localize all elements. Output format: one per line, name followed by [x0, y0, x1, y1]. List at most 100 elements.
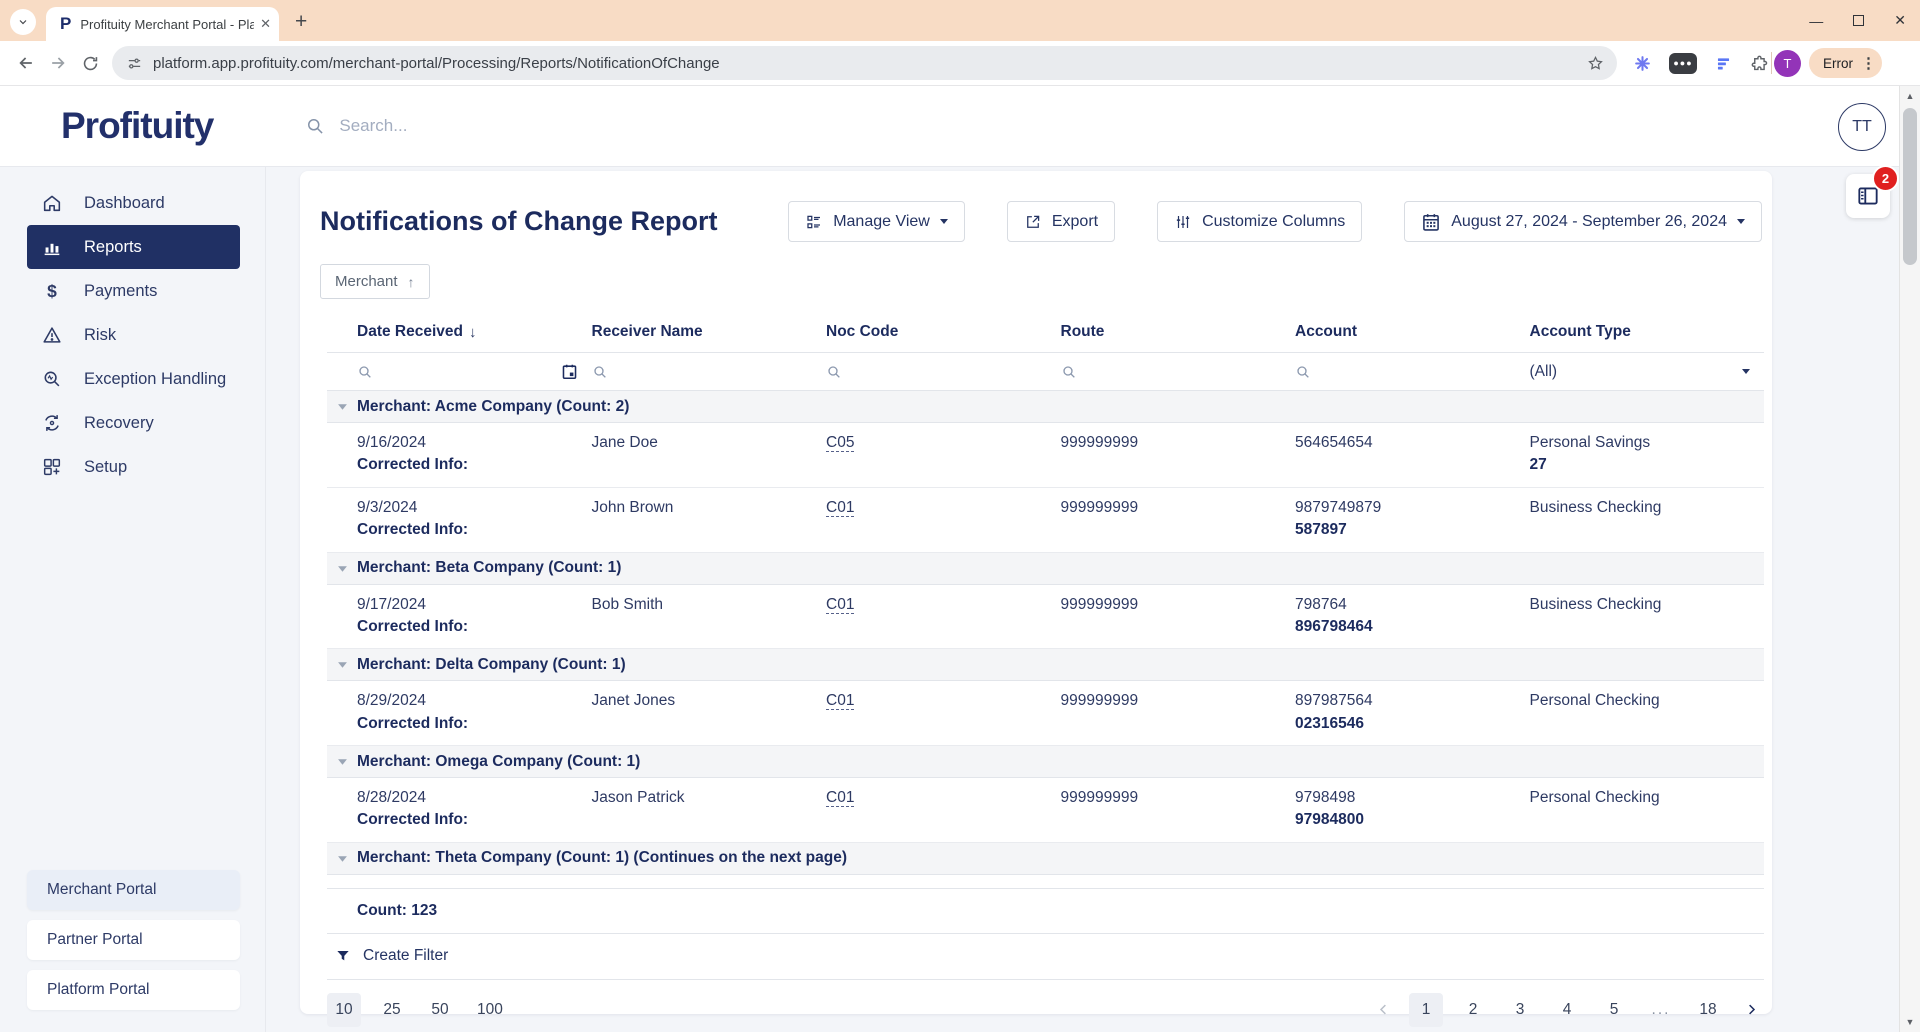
- receiver-name-filter-input[interactable]: [616, 362, 748, 381]
- page-scrollbar[interactable]: ▲ ▼: [1899, 86, 1920, 1032]
- collapse-toggle[interactable]: [327, 401, 357, 412]
- app-header: Profituity TT: [0, 86, 1920, 167]
- create-filter-button[interactable]: Create Filter: [327, 934, 1764, 980]
- sidebar-item-dashboard[interactable]: Dashboard: [27, 181, 240, 225]
- page-1[interactable]: 1: [1409, 993, 1443, 1027]
- site-info-icon[interactable]: [126, 55, 143, 72]
- date-received-filter[interactable]: [357, 362, 592, 381]
- date-range-label: August 27, 2024 - September 26, 2024: [1451, 213, 1727, 231]
- page-4[interactable]: 4: [1550, 993, 1584, 1027]
- portal-link-merchant-portal[interactable]: Merchant Portal: [27, 870, 240, 910]
- notifications-panel-button[interactable]: 2: [1846, 174, 1890, 218]
- receiver-name-cell: Jane Doe: [592, 433, 827, 475]
- previous-page-icon[interactable]: [1370, 993, 1396, 1027]
- account-type-filter-dropdown[interactable]: (All): [1530, 363, 1765, 381]
- tab-close-icon[interactable]: ✕: [260, 16, 271, 32]
- sidebar-item-label: Setup: [84, 458, 127, 477]
- next-page-icon[interactable]: [1738, 993, 1764, 1027]
- export-button[interactable]: Export: [1007, 201, 1115, 242]
- bars-extension-icon[interactable]: [1714, 54, 1733, 73]
- noc-code-link[interactable]: C01: [826, 499, 854, 517]
- back-button[interactable]: [10, 47, 42, 79]
- page-size-100[interactable]: 100: [471, 993, 509, 1027]
- tab-search-button[interactable]: [10, 9, 36, 35]
- window-close-button[interactable]: ✕: [1894, 12, 1906, 29]
- sidebar-item-exception-handling[interactable]: Exception Handling: [27, 357, 240, 401]
- portal-link-platform-portal[interactable]: Platform Portal: [27, 970, 240, 1010]
- user-avatar[interactable]: TT: [1838, 103, 1886, 151]
- url-bar[interactable]: platform.app.profituity.com/merchant-por…: [112, 46, 1617, 80]
- account-type-value: Personal Checking: [1530, 691, 1753, 710]
- profile-error-button[interactable]: Error ⋮: [1809, 48, 1882, 78]
- customize-columns-button[interactable]: Customize Columns: [1157, 201, 1362, 242]
- date-received-filter-input[interactable]: [381, 362, 513, 381]
- recovery-icon: [40, 412, 64, 434]
- sidebar-item-reports[interactable]: Reports: [27, 225, 240, 269]
- column-header-account-type[interactable]: Account Type: [1530, 323, 1765, 341]
- page-2[interactable]: 2: [1456, 993, 1490, 1027]
- column-header-noc-code[interactable]: Noc Code: [826, 323, 1061, 341]
- date-range-button[interactable]: August 27, 2024 - September 26, 2024: [1404, 201, 1762, 242]
- page-size-25[interactable]: 25: [375, 993, 409, 1027]
- noc-code-filter-input[interactable]: [850, 362, 982, 381]
- forward-button[interactable]: [42, 47, 74, 79]
- window-maximize-button[interactable]: [1853, 15, 1864, 26]
- warning-icon: [40, 324, 64, 346]
- receiver-name-value: Janet Jones: [592, 691, 815, 710]
- search-input[interactable]: [337, 115, 767, 137]
- collapse-toggle[interactable]: [327, 563, 357, 574]
- dots-extension-icon[interactable]: ●●●: [1669, 53, 1697, 74]
- account-value: 9798498: [1295, 788, 1518, 807]
- scrollbar-thumb[interactable]: [1903, 108, 1917, 265]
- calendar-picker-icon[interactable]: [561, 363, 578, 380]
- account-filter-input[interactable]: [1319, 362, 1451, 381]
- page-5[interactable]: 5: [1597, 993, 1631, 1027]
- scroll-up-icon[interactable]: ▲: [1900, 88, 1920, 104]
- browser-tab[interactable]: P Profituity Merchant Portal - Plat ✕: [46, 7, 279, 41]
- browser-menu-icon[interactable]: ⋮: [1861, 54, 1876, 72]
- noc-code-link[interactable]: C05: [826, 434, 854, 452]
- noc-code-link[interactable]: C01: [826, 596, 854, 614]
- page-18[interactable]: 18: [1691, 993, 1725, 1027]
- noc-code-link[interactable]: C01: [826, 789, 854, 807]
- column-header-route[interactable]: Route: [1061, 323, 1296, 341]
- column-header-receiver-name[interactable]: Receiver Name: [592, 323, 827, 341]
- route-value: 999999999: [1061, 498, 1284, 517]
- group-by-merchant-chip[interactable]: Merchant ↑: [320, 264, 430, 299]
- page-size-10[interactable]: 10: [327, 993, 361, 1027]
- scroll-down-icon[interactable]: ▼: [1900, 1014, 1920, 1030]
- portal-link-partner-portal[interactable]: Partner Portal: [27, 920, 240, 960]
- page-size-50[interactable]: 50: [423, 993, 457, 1027]
- account-filter[interactable]: [1295, 362, 1530, 381]
- sidebar-item-risk[interactable]: Risk: [27, 313, 240, 357]
- column-header-account[interactable]: Account: [1295, 323, 1530, 341]
- route-filter[interactable]: [1061, 362, 1296, 381]
- sidebar-item-recovery[interactable]: Recovery: [27, 401, 240, 445]
- manage-view-button[interactable]: Manage View: [788, 201, 965, 242]
- date-received-value: 9/17/2024: [357, 595, 580, 614]
- page-3[interactable]: 3: [1503, 993, 1537, 1027]
- new-tab-button[interactable]: +: [295, 13, 307, 31]
- window-minimize-button[interactable]: —: [1809, 13, 1823, 29]
- collapse-toggle[interactable]: [327, 659, 357, 670]
- extensions-puzzle-icon[interactable]: [1750, 54, 1769, 73]
- collapse-toggle[interactable]: [327, 756, 357, 767]
- receiver-name-value: Jason Patrick: [592, 788, 815, 807]
- browser-profile-avatar[interactable]: T: [1774, 50, 1801, 77]
- noc-code-link[interactable]: C01: [826, 692, 854, 710]
- global-search[interactable]: [305, 115, 767, 137]
- sidebar-item-payments[interactable]: $Payments: [27, 269, 240, 313]
- reload-button[interactable]: [74, 47, 106, 79]
- collapse-toggle[interactable]: [327, 853, 357, 864]
- row-gutter: [327, 433, 357, 475]
- receiver-name-cell: Janet Jones: [592, 691, 827, 733]
- exception-icon: [40, 368, 64, 390]
- bookmark-star-icon[interactable]: [1586, 54, 1605, 73]
- sidebar-item-setup[interactable]: Setup: [27, 445, 240, 489]
- column-header-date-received[interactable]: Date Received ↓: [357, 323, 592, 341]
- route-filter-input[interactable]: [1085, 362, 1217, 381]
- noc-code-filter[interactable]: [826, 362, 1061, 381]
- ai-asterisk-extension-icon[interactable]: [1633, 54, 1652, 73]
- receiver-name-filter[interactable]: [592, 362, 827, 381]
- page-title: Notifications of Change Report: [320, 206, 718, 237]
